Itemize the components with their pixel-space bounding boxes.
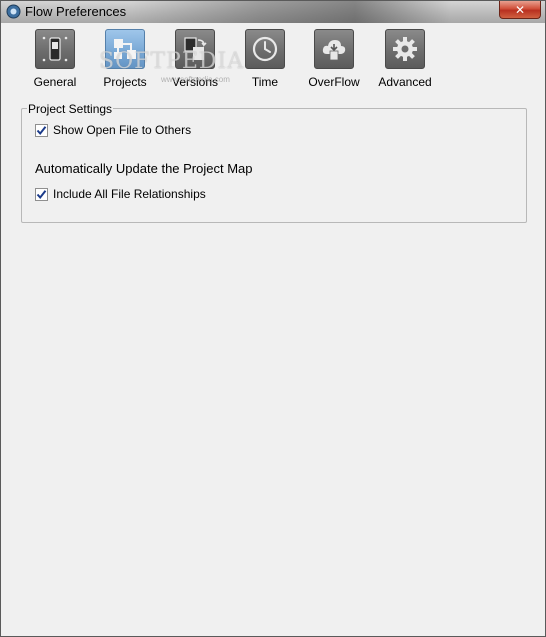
include-relationships-label: Include All File Relationships	[53, 187, 206, 201]
title-bar[interactable]: Flow Preferences ✕	[1, 1, 545, 23]
window-title: Flow Preferences	[25, 4, 127, 19]
gear-icon	[385, 29, 425, 69]
tab-general-label: General	[33, 75, 77, 89]
project-settings-legend: Project Settings	[27, 102, 114, 116]
tab-overflow[interactable]: OverFlow	[304, 29, 364, 93]
tab-projects-label: Projects	[103, 75, 147, 89]
watermark-subtext: www.softpedia.com	[161, 75, 230, 84]
auto-update-heading: Automatically Update the Project Map	[35, 161, 253, 176]
cloud-icon	[314, 29, 354, 69]
preferences-toolbar: General Projects Versions Time OverFlow …	[1, 23, 545, 93]
show-open-file-option[interactable]: Show Open File to Others	[35, 123, 191, 137]
tab-overflow-label: OverFlow	[308, 75, 360, 89]
include-relationships-option[interactable]: Include All File Relationships	[35, 187, 206, 201]
watermark-text: SOFTPEDIA	[99, 49, 245, 74]
toggle-switch-icon	[35, 29, 75, 69]
check-icon	[36, 189, 47, 199]
show-open-file-label: Show Open File to Others	[53, 123, 192, 137]
tab-general[interactable]: General	[25, 29, 85, 93]
title-bar-decoration	[131, 1, 451, 23]
app-icon	[6, 4, 21, 19]
preferences-window: Flow Preferences ✕ General Projects Vers…	[0, 0, 546, 637]
check-icon	[36, 125, 47, 135]
close-icon: ✕	[514, 2, 526, 17]
close-button[interactable]: ✕	[499, 1, 541, 19]
tab-advanced[interactable]: Advanced	[375, 29, 435, 93]
include-relationships-checkbox[interactable]	[35, 187, 48, 201]
tab-advanced-label: Advanced	[378, 75, 432, 89]
clock-icon	[245, 29, 285, 69]
show-open-file-checkbox[interactable]	[35, 123, 48, 137]
tab-time-label: Time	[251, 75, 279, 89]
